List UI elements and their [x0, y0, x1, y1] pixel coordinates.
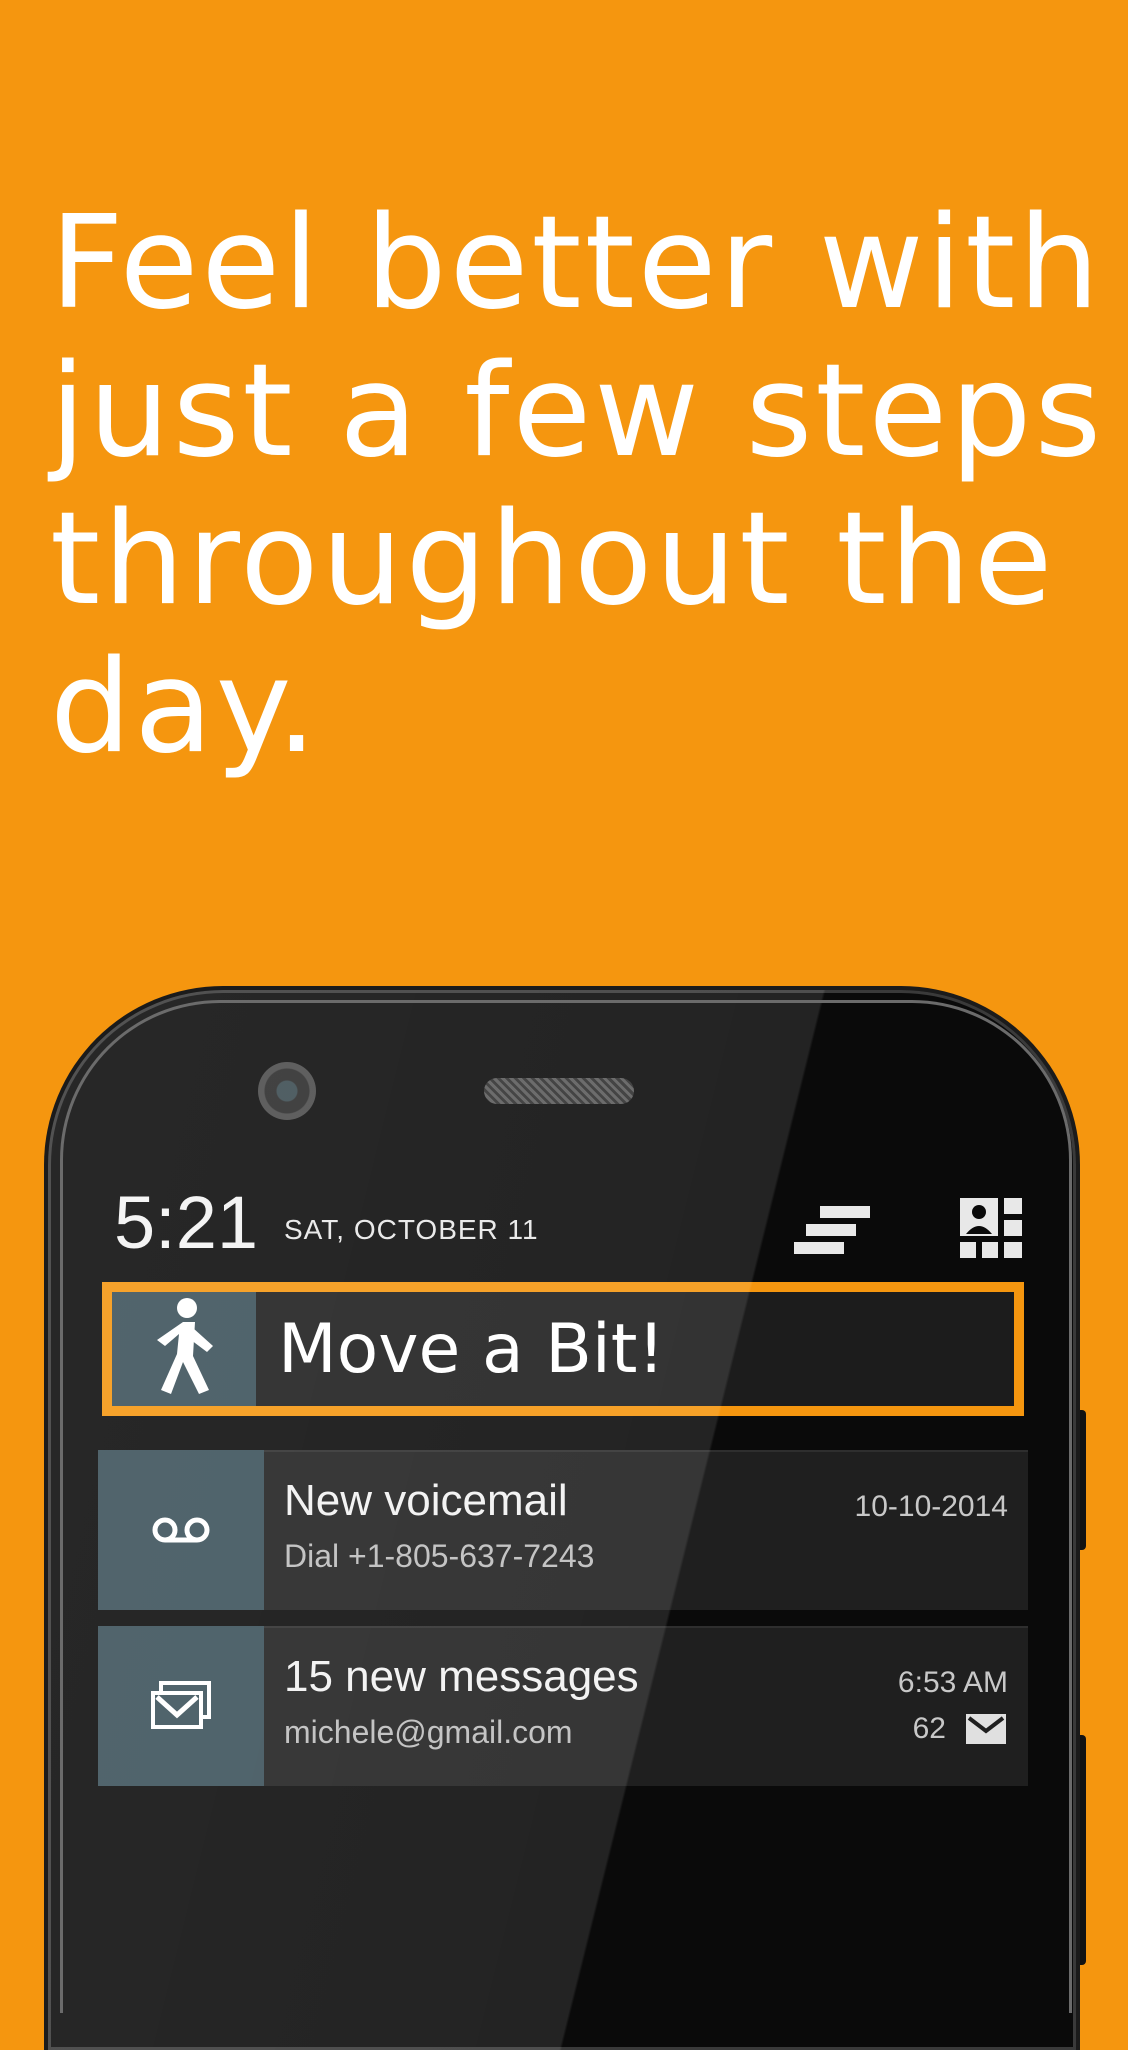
email-title: 15 new messages: [284, 1652, 639, 1701]
gmail-icon: [151, 1681, 211, 1729]
mail-envelope-icon: [966, 1714, 1006, 1748]
voicemail-date: 10-10-2014: [854, 1490, 1008, 1523]
email-time: 6:53 AM: [897, 1666, 1008, 1699]
voicemail-title: New voicemail: [284, 1476, 568, 1525]
move-notification[interactable]: Move a Bit!: [102, 1282, 1024, 1416]
voicemail-subtitle: Dial +1-805-637-7243: [284, 1538, 595, 1574]
email-count: 62: [912, 1712, 946, 1745]
voicemail-notification[interactable]: New voicemail Dial +1-805-637-7243 10-10…: [98, 1450, 1028, 1610]
voicemail-icon-tile: [98, 1450, 264, 1610]
move-notification-title: Move a Bit!: [278, 1310, 665, 1389]
email-subtitle: michele@gmail.com: [284, 1714, 573, 1750]
earpiece-speaker: [484, 1078, 634, 1104]
status-bar: 5:21 SAT, OCTOBER 11: [114, 1180, 1022, 1264]
status-date: SAT, OCTOBER 11: [284, 1214, 539, 1245]
walking-person-icon: [112, 1292, 256, 1406]
email-notification[interactable]: 15 new messages michele@gmail.com 6:53 A…: [98, 1626, 1028, 1786]
voicemail-icon: [152, 1517, 210, 1543]
phone-frame: 5:21 SAT, OCTOBER 11 Move a Bit! New voi…: [48, 990, 1076, 2050]
headline: Feel better with just a few steps throug…: [50, 189, 1105, 782]
clear-notifications-icon[interactable]: [794, 1198, 874, 1268]
front-camera: [258, 1062, 316, 1120]
gmail-icon-tile: [98, 1626, 264, 1786]
status-clock: 5:21: [114, 1181, 259, 1264]
quick-settings-grid-icon[interactable]: [960, 1198, 1030, 1268]
